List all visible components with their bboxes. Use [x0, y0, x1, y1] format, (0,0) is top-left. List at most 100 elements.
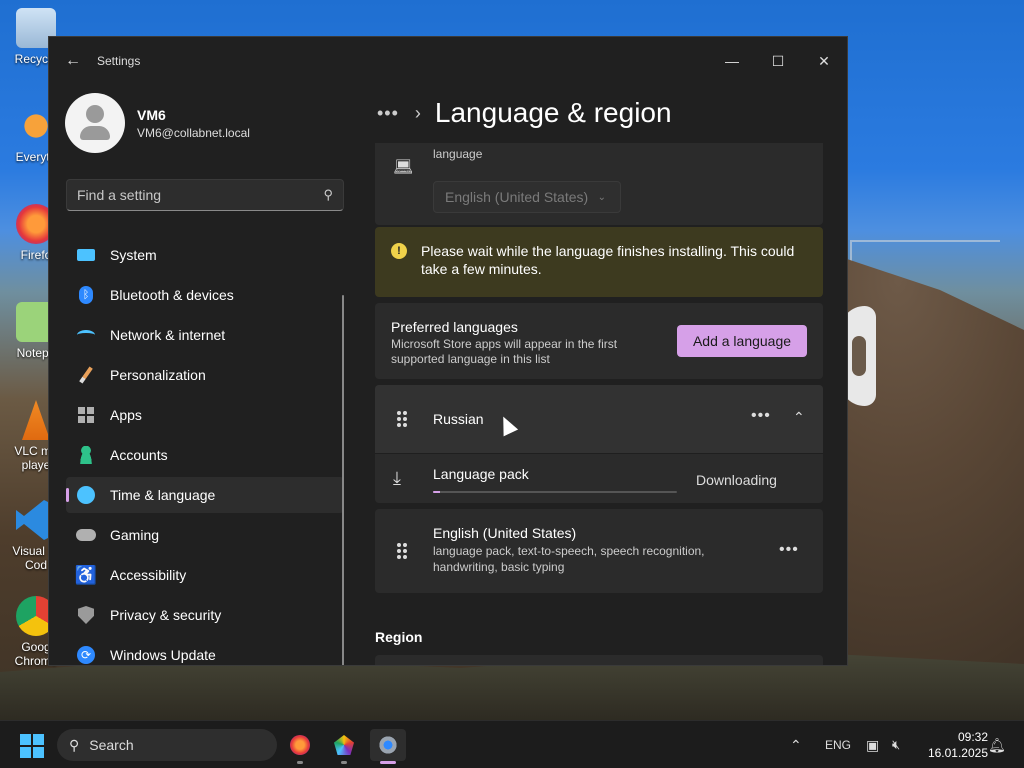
sidebar-item-label: System [110, 247, 157, 263]
language-pack-row: ⤓ Language pack Downloading [375, 453, 823, 503]
notification-bell-icon[interactable]: 🔔︎ [988, 721, 1006, 768]
region-card [375, 655, 823, 665]
shield-icon [76, 605, 96, 625]
wifi-icon [76, 325, 96, 345]
user-profile[interactable]: VM6 VM6@collabnet.local [49, 85, 359, 161]
close-button[interactable]: ✕ [801, 43, 847, 79]
download-status: Downloading [696, 472, 777, 488]
sidebar-item-label: Gaming [110, 527, 160, 543]
sidebar-scrollbar[interactable] [342, 295, 344, 665]
sidebar-item-apps[interactable]: Apps [66, 397, 344, 433]
window-title: Settings [97, 54, 141, 68]
language-item-header[interactable]: Russian ••• ⌃ [375, 385, 823, 453]
sidebar-item-network[interactable]: Network & internet [66, 317, 344, 353]
dropdown-value: English (United States) [445, 189, 589, 205]
volume-muted-icon[interactable]: 🔇︎ [892, 721, 900, 768]
warning-text: Please wait while the language finishes … [421, 243, 795, 277]
sidebar-item-label: Accessibility [110, 567, 187, 583]
sidebar-item-label: Accounts [110, 447, 168, 463]
search-input[interactable] [77, 187, 324, 203]
back-arrow-icon: ← [65, 52, 81, 69]
input-language-indicator[interactable]: ENG [825, 721, 851, 768]
desktop-icon-label: Firefo [20, 248, 52, 262]
language-item-english[interactable]: English (United States) language pack, t… [375, 509, 823, 593]
chevron-down-icon: ⌄ [597, 191, 606, 203]
chevron-right-icon: › [414, 102, 421, 123]
language-features: language pack, text-to-speech, speech re… [433, 544, 705, 574]
taskbar-search[interactable]: ⚲ Search [57, 729, 277, 761]
taskbar-firefox[interactable] [282, 729, 318, 764]
sidebar-item-label: Time & language [110, 487, 216, 503]
gear-icon [378, 735, 398, 755]
sidebar-item-accessibility[interactable]: ♿ Accessibility [66, 557, 344, 593]
running-indicator [297, 761, 303, 764]
warning-icon: ! [391, 243, 407, 259]
taskbar-search-label: Search [89, 737, 134, 753]
sidebar-item-time-language[interactable]: Time & language [66, 477, 344, 513]
chevron-up-icon[interactable]: ⌃ [793, 409, 805, 426]
running-indicator [380, 761, 396, 764]
maximize-button[interactable]: ☐ [755, 43, 801, 79]
language-name: English (United States) [433, 525, 577, 541]
window-controls: — ☐ ✕ [709, 43, 847, 79]
sidebar-item-windows-update[interactable]: ⟳ Windows Update [66, 637, 344, 665]
sidebar-item-privacy[interactable]: Privacy & security [66, 597, 344, 633]
title-bar: ← Settings — ☐ ✕ [49, 37, 847, 85]
minimize-button[interactable]: — [709, 43, 755, 79]
back-button[interactable]: ← [49, 37, 97, 85]
taskbar: ⚲ Search ⌃ ENG ▣ 🔇︎ 09:32 16.01.2025 🔔︎ [0, 720, 1024, 768]
avatar [65, 93, 125, 153]
preferred-languages-card: Preferred languages Microsoft Store apps… [375, 303, 823, 379]
running-indicator [341, 761, 347, 764]
start-button[interactable] [20, 734, 44, 758]
clock-date: 16.01.2025 [927, 746, 988, 760]
more-options-button[interactable]: ••• [751, 407, 771, 425]
network-icon[interactable]: ▣ [866, 721, 879, 768]
brush-icon [76, 365, 96, 385]
display-language-dropdown[interactable]: English (United States) ⌄ [433, 181, 621, 213]
preferred-languages-title: Preferred languages [391, 319, 518, 335]
drag-handle-icon[interactable] [397, 543, 407, 559]
sidebar-item-label: Apps [110, 407, 142, 423]
accessibility-icon: ♿ [74, 564, 98, 585]
sidebar-item-personalization[interactable]: Personalization [66, 357, 344, 393]
taskbar-app-2[interactable] [326, 729, 362, 764]
download-progress-fill [433, 491, 441, 493]
breadcrumb: ••• › Language & region [377, 97, 672, 129]
update-icon: ⟳ [76, 645, 96, 665]
gamepad-icon [76, 525, 96, 545]
clock[interactable]: 09:32 16.01.2025 [916, 729, 988, 761]
person-icon [76, 445, 96, 465]
apps-icon [76, 405, 96, 425]
breadcrumb-overflow-button[interactable]: ••• [377, 103, 399, 124]
nav-list: System ᛒ Bluetooth & devices Network & i… [49, 237, 359, 665]
profile-email: VM6@collabnet.local [137, 125, 250, 140]
show-hidden-icons-button[interactable]: ⌃ [790, 721, 802, 768]
app-icon [334, 735, 354, 755]
install-warning-banner: ! Please wait while the language finishe… [375, 227, 823, 297]
preferred-languages-description: Microsoft Store apps will appear in the … [391, 337, 618, 366]
firefox-icon [290, 735, 310, 755]
sidebar-item-gaming[interactable]: Gaming [66, 517, 344, 553]
sidebar-item-bluetooth[interactable]: ᛒ Bluetooth & devices [66, 277, 344, 313]
add-language-button[interactable]: Add a language [677, 325, 807, 357]
search-icon[interactable]: ⚲ [323, 187, 333, 203]
profile-name: VM6 [137, 106, 166, 123]
search-icon: ⚲ [69, 736, 80, 753]
page-title: Language & region [434, 97, 672, 128]
clock-time: 09:32 [957, 730, 988, 744]
sidebar-item-accounts[interactable]: Accounts [66, 437, 344, 473]
sidebar-item-label: Personalization [110, 367, 206, 383]
windows-display-language-card: 💻︎ language English (United States) ⌄ [375, 143, 823, 225]
download-icon: ⤓ [393, 468, 401, 488]
drag-handle-icon[interactable] [397, 411, 407, 427]
settings-window: ← Settings — ☐ ✕ VM6 VM6@collabnet.local… [48, 36, 848, 666]
bluetooth-icon: ᛒ [76, 285, 96, 305]
monitor-icon [76, 245, 96, 265]
main-content: ••• › Language & region 💻︎ language Engl… [359, 85, 847, 665]
sidebar-item-label: Windows Update [110, 647, 216, 663]
language-item-russian: Russian ••• ⌃ ⤓ Language pack Downloadin… [375, 385, 823, 503]
more-options-button[interactable]: ••• [779, 541, 799, 559]
taskbar-settings[interactable] [370, 729, 406, 764]
sidebar-item-system[interactable]: System [66, 237, 344, 273]
